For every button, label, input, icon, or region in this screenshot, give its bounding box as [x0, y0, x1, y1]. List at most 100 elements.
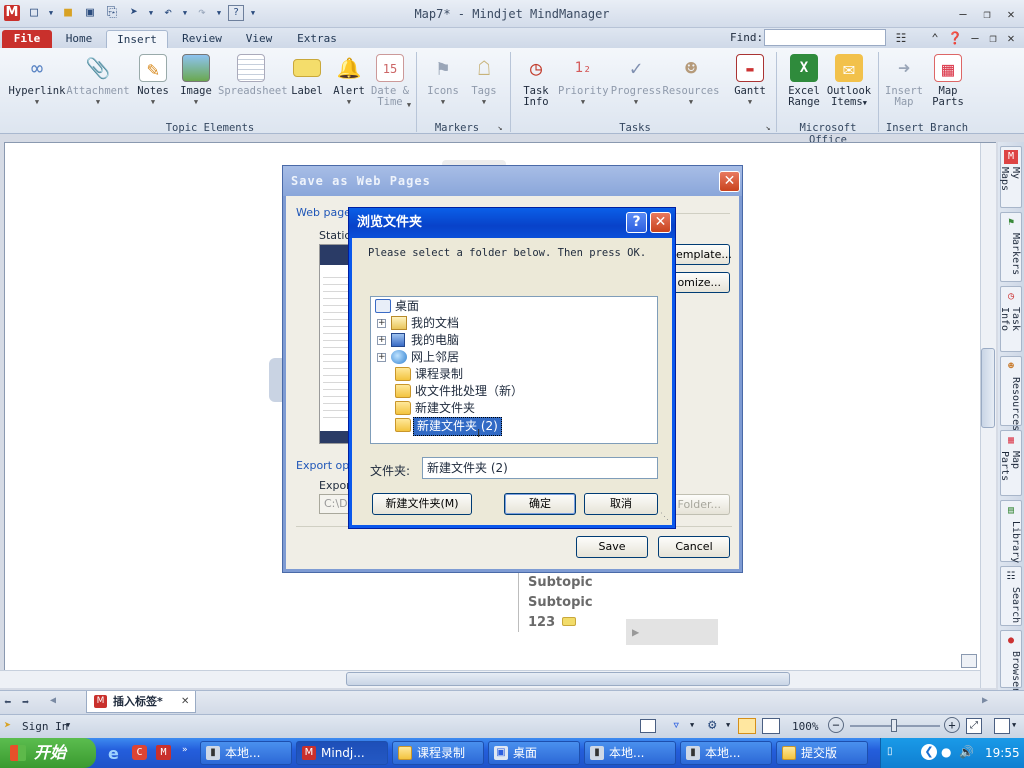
ie-quicklaunch-icon[interactable]: e: [108, 744, 119, 763]
close-tab-icon[interactable]: ✕: [181, 691, 189, 713]
date-time-dropdown[interactable]: ▼: [404, 100, 414, 111]
attachment-button[interactable]: 📎 Attachment ▼: [66, 54, 130, 108]
mindmanager-quicklaunch-icon[interactable]: M: [156, 745, 171, 760]
help-icon[interactable]: ❓: [946, 30, 964, 46]
cancel-button[interactable]: Cancel: [658, 536, 730, 558]
doc-restore-button[interactable]: ❐: [984, 30, 1002, 46]
taskbar-button-submit-version[interactable]: 提交版: [776, 741, 868, 765]
side-tab-my-maps[interactable]: M My Maps: [999, 146, 1022, 208]
tab-view[interactable]: View: [238, 30, 280, 48]
tree-node-new-folder[interactable]: 新建文件夹: [377, 400, 647, 417]
scroll-left-icon[interactable]: ⬅: [4, 695, 11, 709]
layout-icon[interactable]: [640, 719, 656, 733]
tree-node-my-computer[interactable]: + 我的电脑: [377, 332, 647, 349]
map-topic-subtopic[interactable]: Subtopic: [528, 575, 593, 590]
save-dialog-close-button[interactable]: ✕: [719, 171, 740, 192]
vertical-scroll-thumb[interactable]: [981, 348, 995, 428]
restore-button[interactable]: ❐: [978, 6, 996, 22]
side-tab-markers[interactable]: ⚑ Markers: [1000, 212, 1022, 282]
browse-folder-button[interactable]: Folder...: [676, 494, 730, 515]
progress-button[interactable]: ✓ Progress ▼: [610, 54, 662, 108]
side-tab-resources[interactable]: ☻ Resources: [1000, 356, 1022, 431]
taskbar-button-local-3[interactable]: ▮ 本地...: [680, 741, 772, 765]
taskbar-button-local-1[interactable]: ▮ 本地...: [200, 741, 292, 765]
scroll-right-icon[interactable]: ➡: [22, 695, 29, 709]
find-options-icon[interactable]: ☷: [890, 30, 912, 46]
resize-grip-icon[interactable]: ⋱: [660, 512, 669, 522]
expand-icon[interactable]: +: [377, 336, 386, 345]
filter-icon[interactable]: ▿: [672, 717, 680, 733]
select-template-button[interactable]: emplate...: [676, 244, 732, 265]
insert-map-button[interactable]: ➜ Insert Map: [884, 54, 924, 108]
sign-in-button[interactable]: Sign In: [22, 720, 68, 733]
panel-toggle-icon[interactable]: [994, 718, 1010, 734]
folder-tree[interactable]: 桌面 + 我的文档 + 我的电脑 + 网上邻居 课程录制 收文件批处理（新） 新…: [370, 296, 658, 444]
find-input[interactable]: [764, 29, 886, 46]
side-tab-browser[interactable]: ● Browser: [1000, 630, 1022, 693]
image-button[interactable]: Image ▼: [176, 54, 216, 108]
minimize-button[interactable]: —: [954, 6, 972, 22]
gantt-button[interactable]: ▬ Gantt ▼: [730, 54, 770, 108]
tree-node-new-folder-2[interactable]: 新建文件夹 (2) I: [377, 417, 647, 440]
tab-insert[interactable]: Insert: [106, 30, 168, 48]
new-folder-button[interactable]: 新建文件夹(M): [372, 493, 472, 515]
taskbar-button-mindjet[interactable]: M Mindj...: [296, 741, 388, 765]
tab-extras[interactable]: Extras: [288, 30, 346, 48]
customize-button[interactable]: omize...: [676, 272, 730, 293]
taskbar-button-desktop[interactable]: ▣ 桌面: [488, 741, 580, 765]
first-tab-icon[interactable]: ◀: [50, 695, 56, 706]
browser-quicklaunch-icon[interactable]: C: [132, 745, 147, 760]
tags-button[interactable]: ☖ Tags ▼: [466, 54, 502, 108]
spreadsheet-button[interactable]: Spreadsheet: [218, 54, 288, 97]
zoom-in-icon[interactable]: +: [944, 717, 960, 733]
hyperlink-button[interactable]: ∞ Hyperlink ▼: [6, 54, 68, 108]
outlook-items-button[interactable]: ✉ Outlook Items▼: [826, 54, 872, 109]
browse-dialog-close-button[interactable]: ✕: [650, 212, 671, 233]
tree-node-batch-folder[interactable]: 收文件批处理（新）: [377, 383, 647, 400]
close-button[interactable]: ✕: [1002, 6, 1020, 22]
tab-home[interactable]: Home: [56, 30, 102, 48]
zoom-slider-thumb[interactable]: [891, 719, 897, 732]
folder-input[interactable]: 新建文件夹 (2): [422, 457, 658, 479]
taskbar-button-course-recording[interactable]: 课程录制: [392, 741, 484, 765]
collapsed-topic-placeholder[interactable]: ▶: [626, 619, 718, 645]
side-tab-search[interactable]: ☷ Search: [1000, 566, 1022, 626]
outline-view-icon[interactable]: [762, 718, 780, 734]
chevron-down-icon[interactable]: ▼: [66, 721, 70, 729]
taskbar-button-local-2[interactable]: ▮ 本地...: [584, 741, 676, 765]
markers-dialog-launcher-icon[interactable]: ↘: [494, 120, 506, 136]
chevron-down-icon[interactable]: ▼: [690, 721, 694, 729]
document-tab[interactable]: M 插入标签* ✕: [86, 691, 196, 713]
quicklaunch-more-icon[interactable]: »: [182, 745, 187, 755]
tree-node-my-documents[interactable]: + 我的文档: [377, 315, 647, 332]
tray-expand-icon[interactable]: ❮: [921, 744, 937, 760]
expand-icon[interactable]: +: [377, 353, 386, 362]
tray-volume-icon[interactable]: 🔊: [959, 745, 974, 759]
tree-node-network[interactable]: + 网上邻居: [377, 349, 647, 366]
chevron-down-icon[interactable]: ▼: [1012, 721, 1016, 729]
tray-clock[interactable]: 19:55: [985, 746, 1020, 760]
icons-button[interactable]: ⚑ Icons ▼: [422, 54, 464, 108]
resources-button[interactable]: ☻ Resources ▼: [662, 54, 720, 108]
side-tab-map-parts[interactable]: ▦ Map Parts: [999, 430, 1022, 496]
save-button[interactable]: Save: [576, 536, 648, 558]
expand-icon[interactable]: +: [377, 319, 386, 328]
map-parts-button[interactable]: ▦ Map Parts: [928, 54, 968, 108]
tray-window-icon[interactable]: ▯: [887, 746, 893, 757]
ok-button[interactable]: 确定: [504, 493, 576, 515]
label-button[interactable]: Label: [288, 54, 326, 97]
map-topic-subtopic[interactable]: Subtopic: [528, 595, 593, 610]
side-tab-task-info[interactable]: ◷ Task Info: [999, 286, 1022, 352]
excel-range-button[interactable]: X Excel Range: [782, 54, 826, 108]
start-button[interactable]: 开始: [0, 738, 96, 768]
horizontal-scroll-thumb[interactable]: [346, 672, 790, 686]
priority-button[interactable]: 1₂ Priority ▼: [558, 54, 609, 108]
task-info-button[interactable]: ◷ Task Info: [516, 54, 556, 108]
help-button[interactable]: ?: [626, 212, 647, 233]
map-view-icon[interactable]: [738, 718, 756, 734]
alert-button[interactable]: 🔔 Alert ▼: [330, 54, 368, 108]
tree-node-desktop[interactable]: 桌面: [375, 298, 645, 315]
side-tab-library[interactable]: ▤ Library: [1000, 500, 1022, 563]
tab-review[interactable]: Review: [174, 30, 230, 48]
tree-node-course-recording[interactable]: 课程录制: [377, 366, 647, 383]
